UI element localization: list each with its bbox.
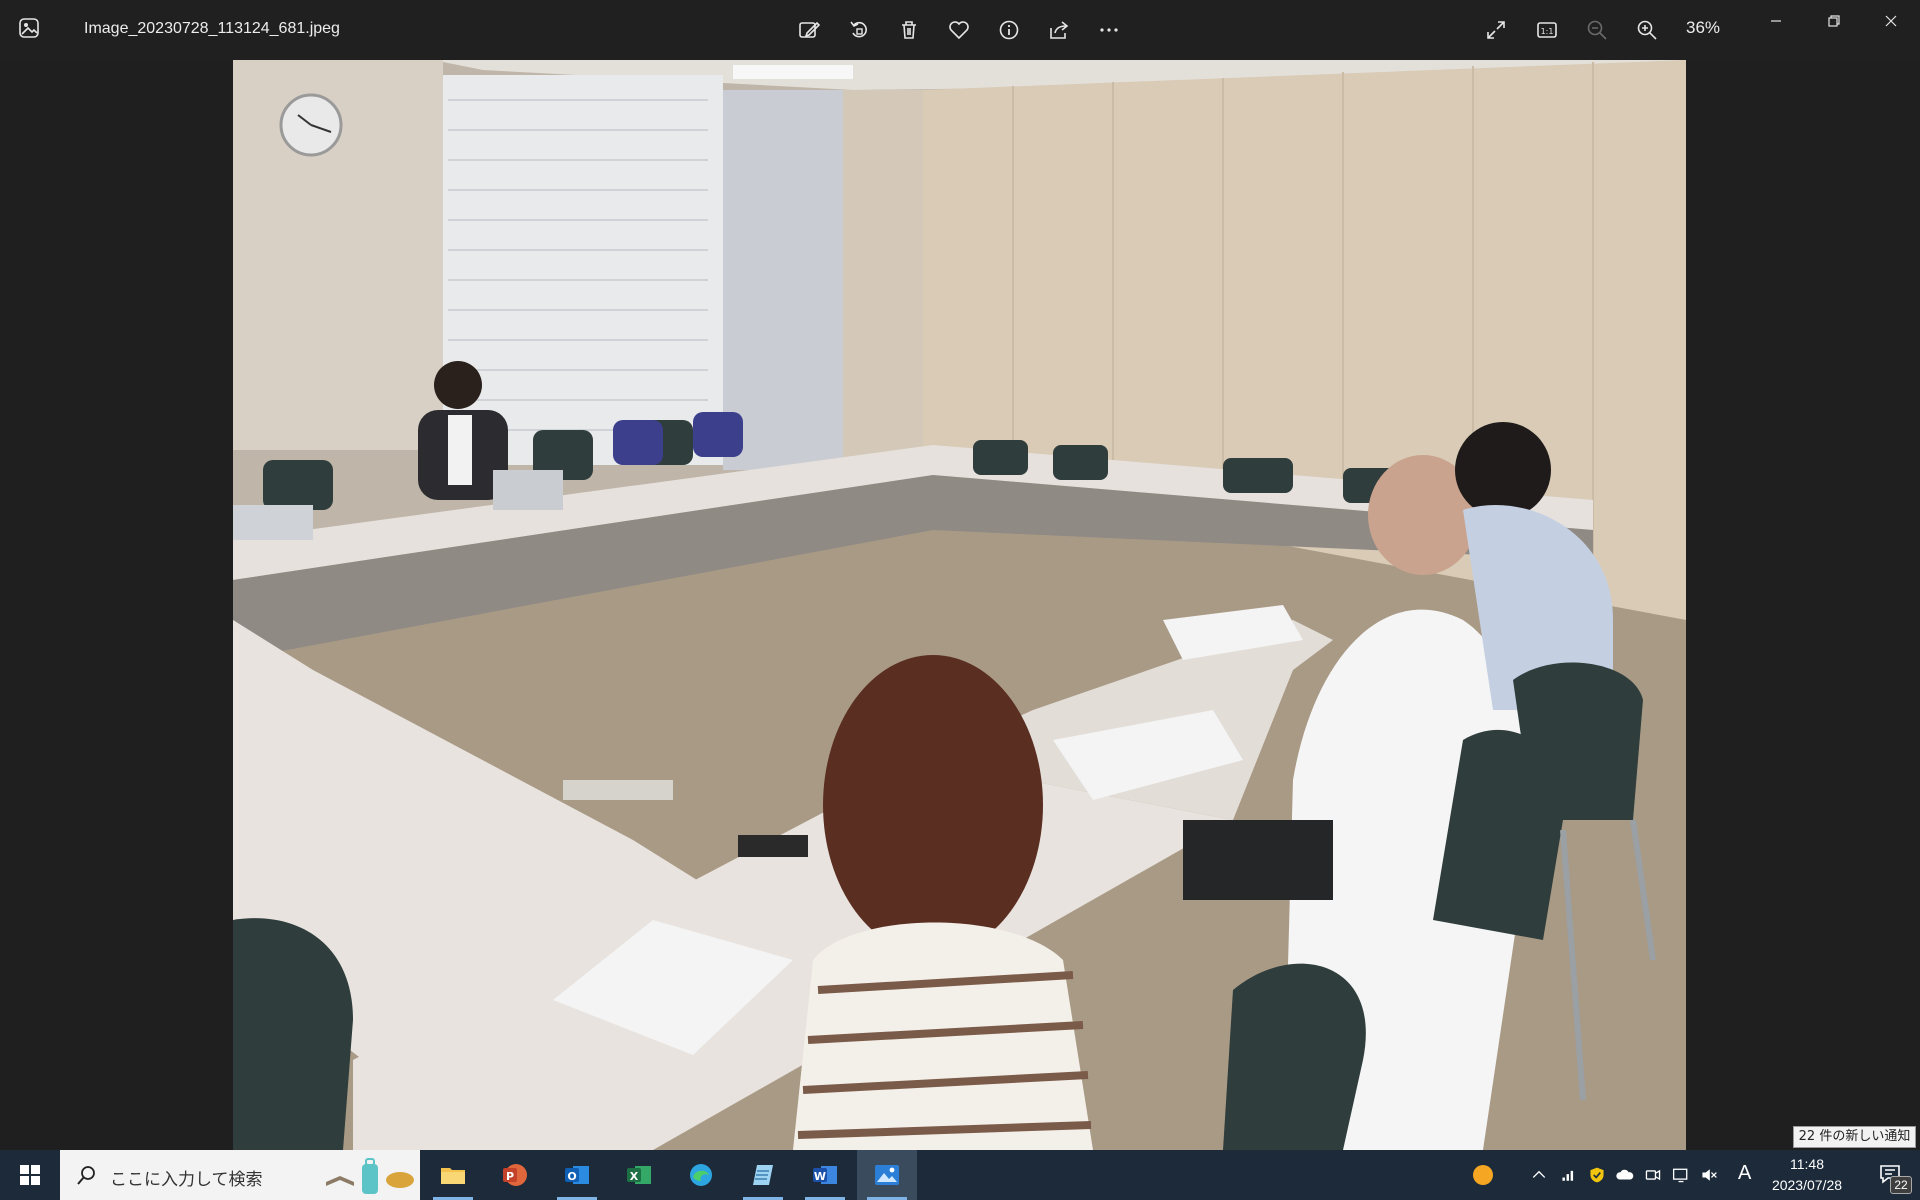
- folder-icon: [441, 1168, 465, 1184]
- taskbar-word[interactable]: W: [795, 1150, 855, 1200]
- tray-display[interactable]: [1670, 1164, 1692, 1186]
- image-viewer: [0, 60, 1920, 1150]
- restore-button[interactable]: [1811, 6, 1857, 36]
- taskbar-file-explorer[interactable]: [423, 1150, 483, 1200]
- edge-icon: [690, 1164, 712, 1186]
- close-button[interactable]: [1868, 6, 1914, 36]
- fullscreen-icon: [1487, 21, 1505, 39]
- zoom-level[interactable]: 36%: [1686, 18, 1720, 38]
- svg-text:W: W: [814, 1170, 826, 1183]
- clock-time: 11:48: [1790, 1156, 1824, 1172]
- taskbar-powerpoint[interactable]: P: [485, 1150, 545, 1200]
- close-icon: [1885, 15, 1897, 27]
- more-button[interactable]: [1093, 14, 1125, 46]
- notification-badge: 22: [1890, 1176, 1912, 1194]
- actual-size-icon: 1:1: [1537, 22, 1557, 38]
- photos-icon: [875, 1165, 899, 1185]
- taskbar-edge[interactable]: [671, 1150, 731, 1200]
- outlook-icon: O: [565, 1166, 589, 1184]
- minimize-button[interactable]: [1753, 6, 1799, 36]
- svg-text:X: X: [630, 1170, 639, 1183]
- taskbar: ここに入力して検索 P O X W A 11:48 2023/07/28 22: [0, 1150, 1920, 1200]
- search-highlight-illustration-icon: [326, 1158, 414, 1194]
- tray-onedrive[interactable]: [1614, 1164, 1636, 1186]
- zoom-in-icon: [1637, 20, 1657, 40]
- rotate-button[interactable]: [843, 14, 875, 46]
- edit-image-icon: [799, 21, 820, 38]
- cloud-icon: [1616, 1169, 1634, 1180]
- photos-app-icon: [18, 17, 40, 39]
- notification-toast[interactable]: 22 件の新しい通知: [1793, 1126, 1916, 1148]
- chevron-up-icon: [1532, 1170, 1546, 1178]
- network-icon: [1562, 1170, 1574, 1181]
- clock[interactable]: 11:48 2023/07/28: [1760, 1154, 1854, 1196]
- taskbar-outlook[interactable]: O: [547, 1150, 607, 1200]
- notification-center-button[interactable]: 22: [1860, 1150, 1920, 1200]
- word-icon: W: [813, 1166, 837, 1184]
- svg-text:P: P: [506, 1170, 514, 1183]
- ime-indicator[interactable]: A: [1738, 1162, 1751, 1185]
- zoom-out-icon: [1587, 20, 1607, 40]
- delete-icon: [902, 21, 916, 39]
- taskbar-excel[interactable]: X: [609, 1150, 669, 1200]
- fullscreen-button[interactable]: [1480, 14, 1512, 46]
- info-button[interactable]: [993, 14, 1025, 46]
- tray-security[interactable]: [1586, 1164, 1608, 1186]
- search-box[interactable]: ここに入力して検索: [60, 1150, 420, 1200]
- search-placeholder: ここに入力して検索: [110, 1170, 263, 1190]
- show-hidden-icons-button[interactable]: [1528, 1164, 1550, 1186]
- minimize-icon: [1771, 20, 1781, 22]
- notepad-icon: [753, 1165, 773, 1185]
- photo-meeting-room[interactable]: [233, 60, 1686, 1150]
- more-icon: [1100, 28, 1118, 32]
- display-settings-icon: [1672, 1168, 1688, 1183]
- restore-icon: [1828, 15, 1840, 27]
- taskbar-notepad[interactable]: [733, 1150, 793, 1200]
- actual-size-button[interactable]: 1:1: [1531, 14, 1563, 46]
- sun-icon: [1473, 1165, 1493, 1185]
- weather-widget[interactable]: [1472, 1164, 1494, 1186]
- favorite-button[interactable]: [943, 14, 975, 46]
- share-button[interactable]: [1043, 14, 1075, 46]
- tray-meet-now[interactable]: [1642, 1164, 1664, 1186]
- svg-text:O: O: [567, 1170, 576, 1183]
- tray-volume[interactable]: [1698, 1164, 1720, 1186]
- search-icon: [77, 1166, 95, 1185]
- title-bar: Image_20230728_113124_681.jpeg 1:1 36%: [0, 0, 1920, 60]
- powerpoint-icon: P: [503, 1164, 527, 1186]
- start-button[interactable]: [0, 1150, 60, 1200]
- shield-icon: [1590, 1167, 1604, 1183]
- delete-button[interactable]: [893, 14, 925, 46]
- share-icon: [1050, 21, 1069, 39]
- favorite-icon: [949, 21, 969, 40]
- rotate-icon: [850, 21, 867, 38]
- windows-icon: [20, 1165, 40, 1185]
- taskbar-photos[interactable]: [857, 1150, 917, 1200]
- svg-text:1:1: 1:1: [1541, 27, 1554, 36]
- camera-icon: [1645, 1169, 1661, 1181]
- zoom-out-button[interactable]: [1581, 14, 1613, 46]
- tray-network[interactable]: [1558, 1164, 1580, 1186]
- volume-muted-icon: [1702, 1169, 1717, 1181]
- excel-icon: X: [627, 1166, 651, 1184]
- edit-image-button[interactable]: [793, 14, 825, 46]
- info-icon: [999, 20, 1019, 40]
- zoom-in-button[interactable]: [1631, 14, 1663, 46]
- file-name: Image_20230728_113124_681.jpeg: [84, 20, 340, 37]
- clock-date: 2023/07/28: [1771, 1177, 1843, 1193]
